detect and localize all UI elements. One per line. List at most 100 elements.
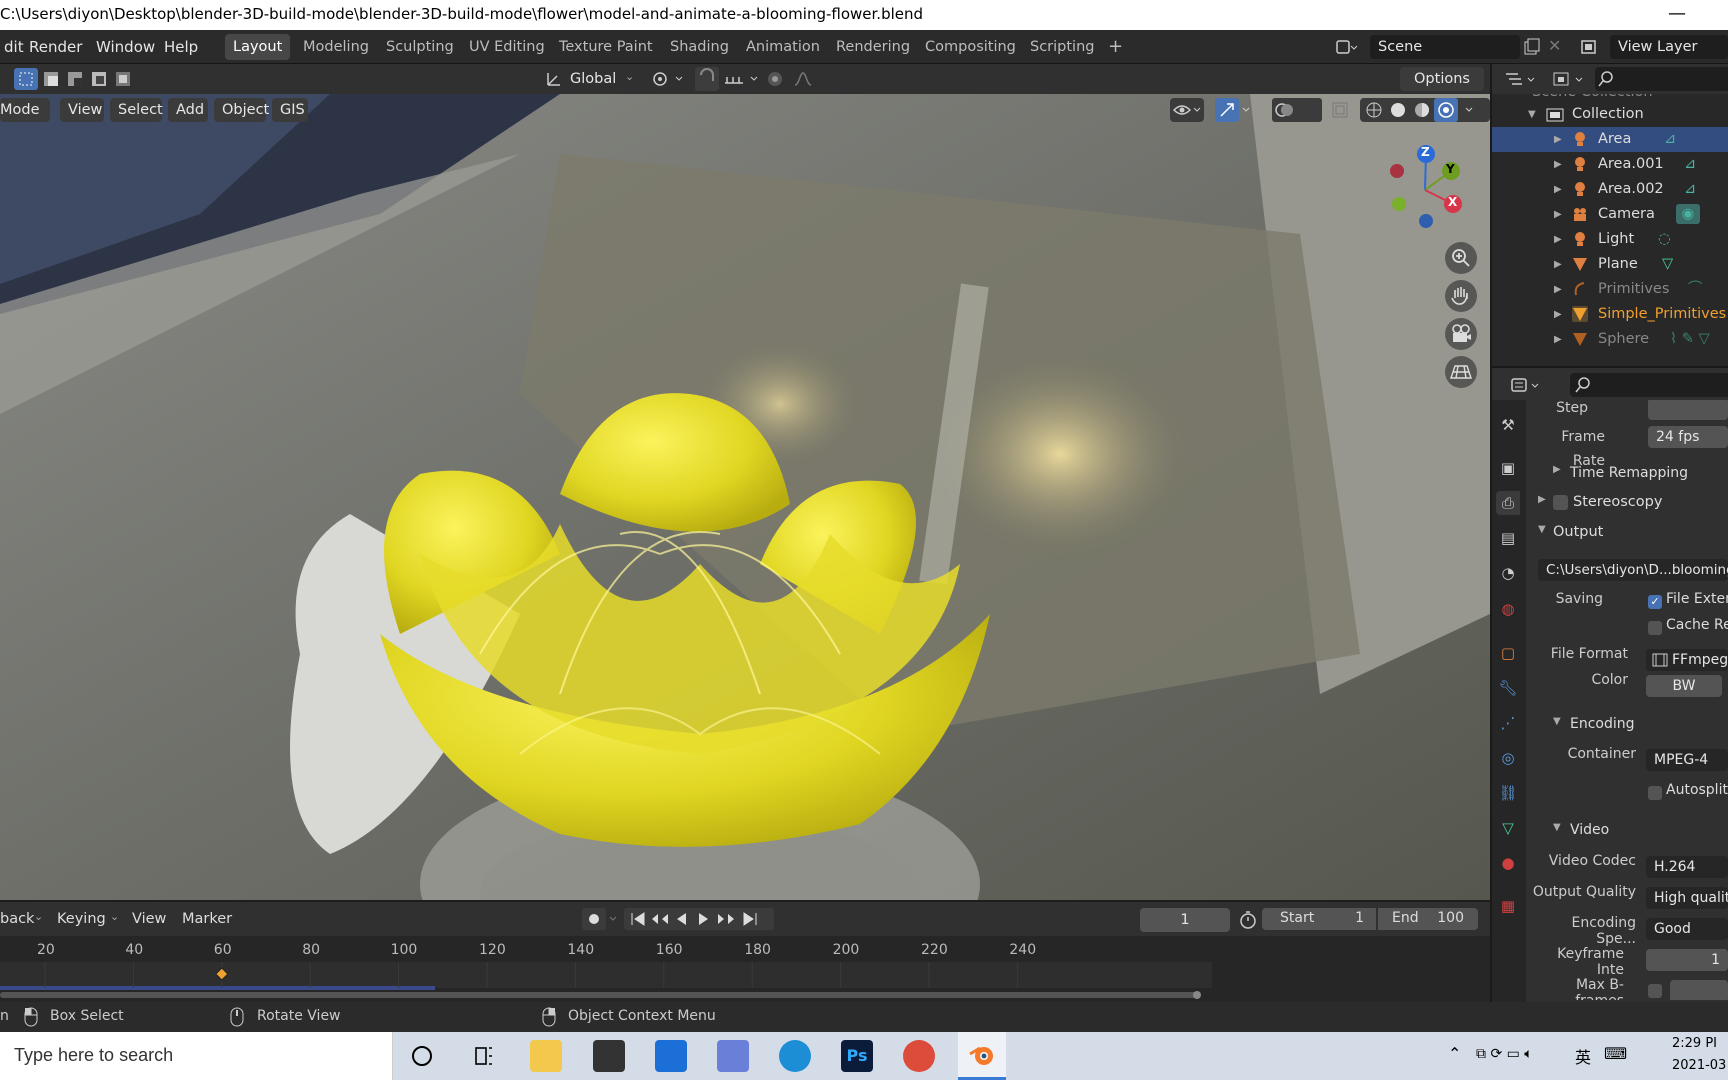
- tab-animation[interactable]: Animation: [738, 34, 828, 60]
- menu-help[interactable]: Help: [160, 35, 202, 59]
- output-panel[interactable]: Output: [1553, 524, 1603, 540]
- video-panel[interactable]: Video: [1570, 822, 1609, 838]
- view-layer-field[interactable]: View Layer: [1610, 35, 1728, 59]
- camera-view-icon[interactable]: [1445, 318, 1477, 350]
- tab-scripting[interactable]: Scripting: [1022, 34, 1102, 60]
- outliner-item[interactable]: ▶ Light ◌: [1492, 227, 1728, 252]
- scene-icon[interactable]: [1335, 38, 1358, 56]
- outliner-item[interactable]: ▶ Area ⊿: [1492, 127, 1728, 152]
- modifier-tab-icon[interactable]: 🔧︎: [1496, 676, 1520, 700]
- store-icon[interactable]: [593, 1040, 625, 1072]
- object-tab-icon[interactable]: ▢: [1496, 641, 1520, 665]
- keyframe-interval-field[interactable]: 1: [1646, 949, 1728, 971]
- menu-view[interactable]: View: [60, 98, 104, 122]
- menu-edit[interactable]: dit: [0, 35, 28, 59]
- end-frame-field[interactable]: End 100: [1378, 908, 1478, 930]
- close-icon[interactable]: ✕: [1548, 36, 1561, 55]
- overlays-icon[interactable]: [1272, 98, 1322, 122]
- tool-tab-icon[interactable]: ⚒: [1496, 413, 1520, 437]
- view-layer-tab-icon[interactable]: ▤: [1496, 526, 1520, 550]
- keying-dropdown[interactable]: Keying: [57, 908, 106, 930]
- color-bw-button[interactable]: BW: [1646, 675, 1722, 697]
- collapse-arrow-icon[interactable]: ▶: [1553, 464, 1561, 475]
- tab-sculpting[interactable]: Sculpting: [378, 34, 462, 60]
- stopwatch-icon[interactable]: [1238, 910, 1258, 930]
- menu-add[interactable]: Add: [168, 98, 208, 122]
- particles-tab-icon[interactable]: ⋰: [1496, 711, 1520, 735]
- pivot-point-icon[interactable]: [650, 69, 690, 89]
- clock-time[interactable]: 2:29 PI: [1672, 1036, 1717, 1051]
- tab-texture-paint[interactable]: Texture Paint: [551, 34, 661, 60]
- stereoscopy-panel[interactable]: Stereoscopy: [1573, 494, 1662, 510]
- scene-tab-icon[interactable]: ◔: [1496, 561, 1520, 585]
- output-quality-dropdown[interactable]: High quality: [1646, 887, 1728, 909]
- clock-date[interactable]: 2021-03: [1672, 1058, 1726, 1073]
- shading-mode-icons[interactable]: [1360, 98, 1490, 122]
- mode-dropdown[interactable]: Mode: [0, 98, 50, 122]
- container-dropdown[interactable]: MPEG-4: [1646, 749, 1728, 771]
- grid-view-icon[interactable]: [1445, 356, 1477, 388]
- add-workspace-button[interactable]: +: [1100, 34, 1131, 60]
- render-tab-icon[interactable]: ▣: [1496, 456, 1520, 480]
- scene-name-field[interactable]: Scene: [1370, 35, 1520, 59]
- timeline-view-menu[interactable]: View: [132, 908, 166, 930]
- tray-chevron-icon[interactable]: ⌃: [1448, 1044, 1461, 1063]
- navigation-gizmo[interactable]: Z Y X: [1385, 140, 1475, 240]
- outliner-search-input[interactable]: [1595, 67, 1728, 91]
- constraints-tab-icon[interactable]: ⛓︎: [1496, 781, 1520, 805]
- outliner-item[interactable]: ▶ Area.001 ⊿: [1492, 152, 1728, 177]
- cortana-icon[interactable]: [408, 1042, 436, 1070]
- menu-gis[interactable]: GIS: [272, 98, 308, 122]
- autosplit-checkbox[interactable]: [1648, 786, 1662, 800]
- outliner-item[interactable]: ▶ Primitives ⌒: [1492, 277, 1728, 302]
- app-icon[interactable]: [717, 1040, 749, 1072]
- encoding-panel[interactable]: Encoding: [1570, 716, 1635, 732]
- step-field[interactable]: [1648, 400, 1728, 420]
- time-remapping-panel[interactable]: Time Remapping: [1570, 465, 1688, 481]
- file-explorer-icon[interactable]: [530, 1040, 562, 1072]
- current-frame-field[interactable]: 1: [1140, 908, 1230, 932]
- tab-layout[interactable]: Layout: [225, 34, 291, 60]
- max-bframes-checkbox[interactable]: [1648, 984, 1662, 998]
- output-tab-icon[interactable]: ⎙: [1496, 491, 1520, 515]
- playback-controls[interactable]: [582, 908, 782, 930]
- outliner-item[interactable]: ▶ Area.002 ⊿: [1492, 177, 1728, 202]
- new-scene-icon[interactable]: [1523, 38, 1541, 56]
- outliner-collection[interactable]: ▼ Collection: [1492, 102, 1728, 127]
- tab-compositing[interactable]: Compositing: [917, 34, 1024, 60]
- menu-object[interactable]: Object: [214, 98, 269, 122]
- timeline-marker-menu[interactable]: Marker: [182, 908, 232, 930]
- task-view-icon[interactable]: [470, 1042, 498, 1070]
- menu-window[interactable]: Window: [92, 35, 159, 59]
- chevron-down-icon[interactable]: ⌄: [625, 70, 634, 83]
- view-layer-icon[interactable]: [1580, 38, 1604, 56]
- timeline-ruler[interactable]: 20 40 60 80 100 120 140 160 180 200 220 240: [0, 936, 1212, 1002]
- expand-arrow-icon[interactable]: ▼: [1553, 822, 1561, 833]
- taskbar-search-box[interactable]: Type here to search: [0, 1032, 393, 1080]
- gizmo-toggle-icon[interactable]: [1215, 98, 1255, 122]
- encoding-speed-dropdown[interactable]: Good: [1646, 918, 1728, 940]
- visibility-icon[interactable]: [1170, 98, 1204, 122]
- editor-type-icon[interactable]: [1510, 376, 1546, 396]
- outliner-item[interactable]: ▶ Simple_Primitives: [1492, 302, 1728, 327]
- physics-tab-icon[interactable]: ◎: [1496, 746, 1520, 770]
- tray-icons[interactable]: ⧉ ⟳ ▭ 🔈︎: [1476, 1046, 1533, 1062]
- blender-taskbar-button[interactable]: [958, 1032, 1006, 1080]
- proportional-editing-icon[interactable]: [765, 69, 825, 89]
- keyboard-icon[interactable]: ⌨: [1604, 1044, 1627, 1063]
- video-codec-dropdown[interactable]: H.264: [1646, 856, 1728, 878]
- cache-result-checkbox[interactable]: [1648, 621, 1662, 635]
- chevron-down-icon[interactable]: ⌄: [34, 910, 43, 923]
- world-tab-icon[interactable]: ◍: [1496, 597, 1520, 621]
- ime-indicator[interactable]: 英: [1575, 1044, 1591, 1068]
- chevron-down-icon[interactable]: ⌄: [110, 910, 119, 923]
- properties-search-input[interactable]: [1570, 373, 1728, 397]
- collapse-arrow-icon[interactable]: ▶: [1538, 494, 1546, 505]
- start-frame-field[interactable]: Start 1: [1262, 908, 1376, 930]
- chrome-icon[interactable]: [903, 1040, 935, 1072]
- material-tab-icon[interactable]: ●: [1496, 851, 1520, 875]
- edge-icon[interactable]: [779, 1040, 811, 1072]
- mail-icon[interactable]: [655, 1040, 687, 1072]
- tab-uv-editing[interactable]: UV Editing: [461, 34, 553, 60]
- expand-arrow-icon[interactable]: ▼: [1553, 716, 1561, 727]
